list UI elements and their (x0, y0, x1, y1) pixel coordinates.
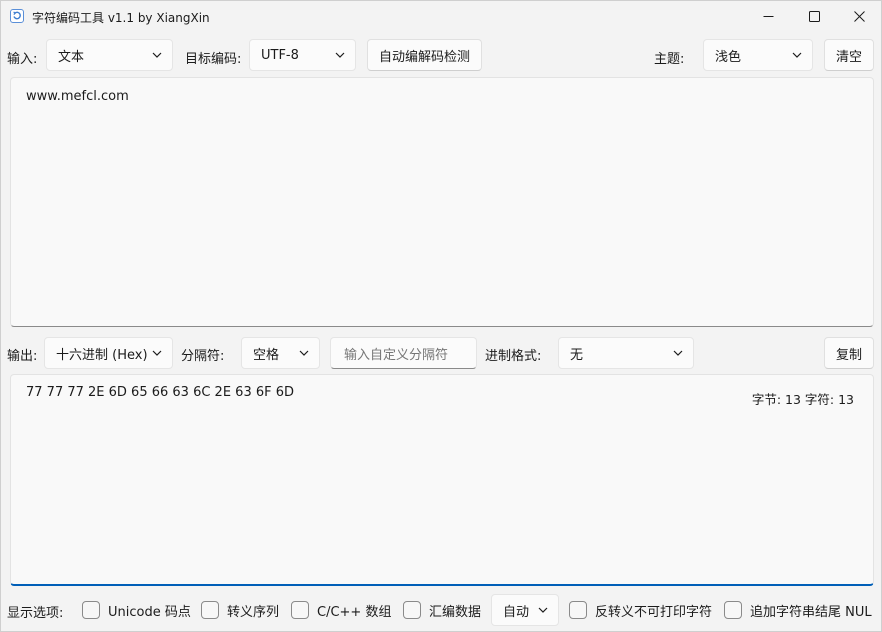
checkbox-box[interactable] (403, 601, 421, 619)
input-mode-select[interactable]: 文本 (46, 39, 173, 71)
output-format-value: 十六进制 (Hex) (56, 347, 148, 363)
chevron-down-icon (299, 350, 309, 356)
theme-label: 主题: (654, 52, 685, 67)
maximize-button[interactable] (791, 1, 837, 32)
theme-value: 浅色 (715, 49, 742, 65)
checkbox-box[interactable] (724, 601, 742, 619)
custom-separator-placeholder: 输入自定义分隔符 (344, 347, 449, 363)
unicode-codepoints-checkbox[interactable]: Unicode 码点 (82, 599, 191, 621)
input-mode-value: 文本 (58, 49, 85, 65)
append-nul-checkbox[interactable]: 追加字符串结尾 NUL (724, 599, 872, 621)
radix-format-label: 进制格式: (485, 349, 542, 364)
radix-format-select[interactable]: 无 (558, 337, 694, 369)
asm-mode-select[interactable]: 自动 (491, 594, 559, 626)
c-array-label: C/C++ 数组 (317, 604, 392, 620)
app-icon (10, 9, 24, 23)
asm-mode-value: 自动 (503, 604, 530, 620)
checkbox-box[interactable] (82, 601, 100, 619)
output-format-select[interactable]: 十六进制 (Hex) (44, 337, 173, 369)
title-bar[interactable]: 字符编码工具 v1.1 by XiangXin (1, 1, 881, 32)
theme-select[interactable]: 浅色 (703, 39, 813, 71)
window-title: 字符编码工具 v1.1 by XiangXin (32, 11, 210, 25)
target-encoding-value: UTF-8 (261, 47, 299, 63)
separator-value: 空格 (253, 347, 280, 363)
custom-separator-input[interactable]: 输入自定义分隔符 (330, 337, 477, 369)
app-window: 字符编码工具 v1.1 by XiangXin 输入: 文本 目标编码: UTF… (0, 0, 882, 632)
separator-select[interactable]: 空格 (241, 337, 320, 369)
unicode-codepoints-label: Unicode 码点 (108, 604, 191, 620)
unescape-nonprintable-label: 反转义不可打印字符 (595, 604, 713, 620)
radix-format-value: 无 (570, 347, 584, 363)
chevron-down-icon (538, 607, 548, 613)
input-textarea[interactable]: www.mefcl.com (10, 77, 874, 327)
display-options-label: 显示选项: (7, 606, 64, 621)
c-array-checkbox[interactable]: C/C++ 数组 (291, 599, 391, 621)
clear-button[interactable]: 清空 (824, 39, 874, 71)
chevron-down-icon (673, 350, 683, 356)
input-label: 输入: (7, 52, 38, 67)
target-encoding-select[interactable]: UTF-8 (249, 39, 356, 71)
append-nul-label: 追加字符串结尾 NUL (750, 604, 872, 620)
target-encoding-label: 目标编码: (185, 52, 242, 67)
chevron-down-icon (152, 52, 162, 58)
unescape-nonprintable-checkbox[interactable]: 反转义不可打印字符 (569, 599, 712, 621)
escape-sequence-label: 转义序列 (227, 604, 280, 620)
maximize-icon (808, 11, 820, 22)
checkbox-box[interactable] (291, 601, 309, 619)
close-icon (853, 11, 865, 22)
output-text: 77 77 77 2E 6D 65 66 63 6C 2E 63 6F 6D (26, 385, 295, 400)
minimize-icon (763, 16, 773, 17)
minimize-button[interactable] (745, 1, 791, 32)
asm-data-checkbox[interactable]: 汇编数据 (403, 599, 481, 621)
separator-label: 分隔符: (181, 349, 225, 364)
copy-button[interactable]: 复制 (824, 337, 874, 369)
chevron-down-icon (792, 52, 802, 58)
auto-detect-button[interactable]: 自动编解码检测 (367, 39, 482, 71)
asm-data-label: 汇编数据 (429, 604, 482, 620)
chevron-down-icon (335, 52, 345, 58)
chevron-down-icon (152, 350, 162, 356)
escape-sequence-checkbox[interactable]: 转义序列 (201, 599, 279, 621)
input-text: www.mefcl.com (26, 89, 129, 104)
checkbox-box[interactable] (201, 601, 219, 619)
checkbox-box[interactable] (569, 601, 587, 619)
output-stats: 字节: 13 字符: 13 (751, 392, 854, 407)
close-button[interactable] (836, 1, 882, 32)
output-textarea[interactable]: 77 77 77 2E 6D 65 66 63 6C 2E 63 6F 6D 字… (10, 374, 874, 586)
output-label: 输出: (7, 349, 38, 364)
